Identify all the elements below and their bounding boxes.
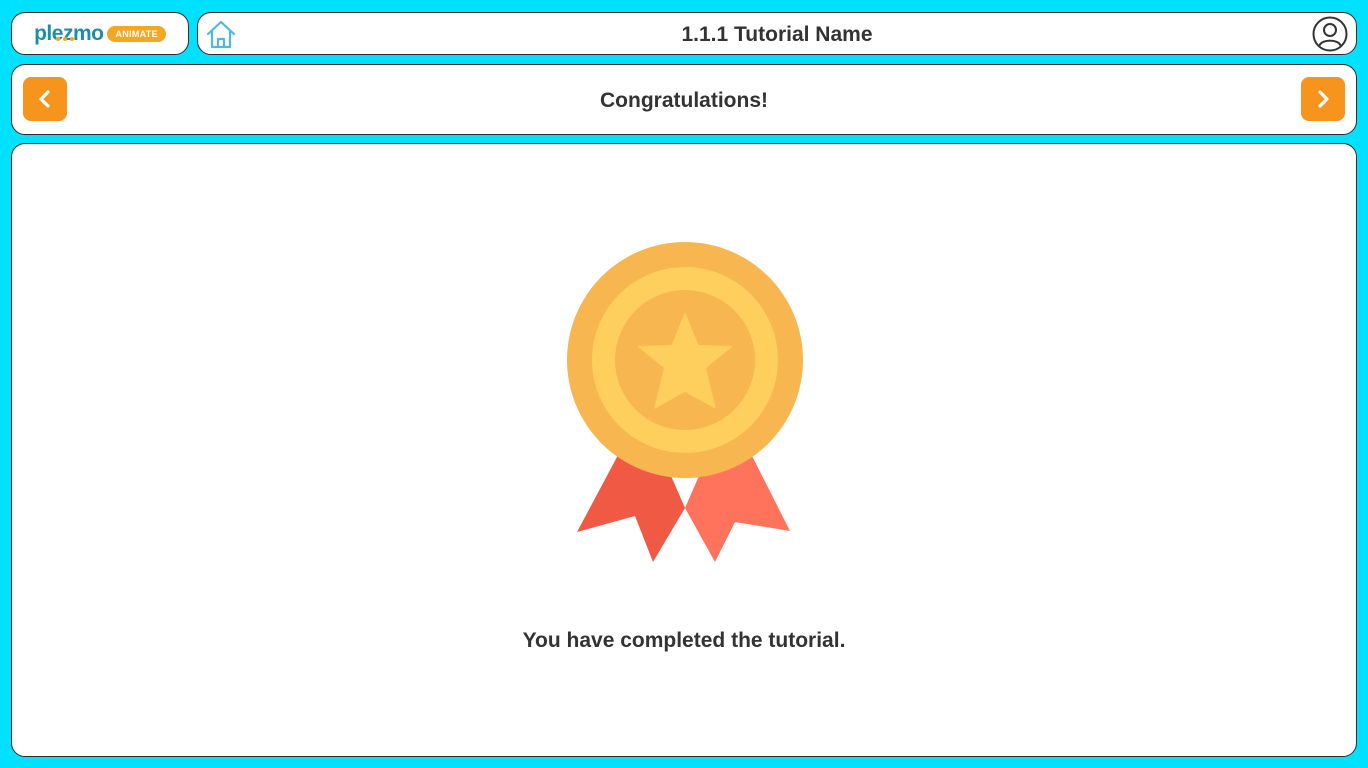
medal-icon	[565, 242, 805, 566]
logo-wordmark: plezmo	[34, 21, 104, 45]
user-circle-icon[interactable]	[1311, 15, 1349, 53]
navigation-bar: Congratulations!	[11, 64, 1357, 135]
logo-dots	[56, 37, 74, 41]
app-logo: plezmo ANIMATE	[11, 12, 189, 55]
page-title: Congratulations!	[600, 89, 768, 112]
chevron-right-icon	[1318, 90, 1329, 108]
logo-badge: ANIMATE	[107, 25, 166, 42]
content-panel: You have completed the tutorial.	[11, 143, 1357, 757]
top-bar: 1.1.1 Tutorial Name	[197, 12, 1357, 55]
completion-message: You have completed the tutorial.	[522, 629, 846, 652]
next-button[interactable]	[1301, 77, 1345, 121]
tutorial-title: 1.1.1 Tutorial Name	[681, 23, 873, 46]
